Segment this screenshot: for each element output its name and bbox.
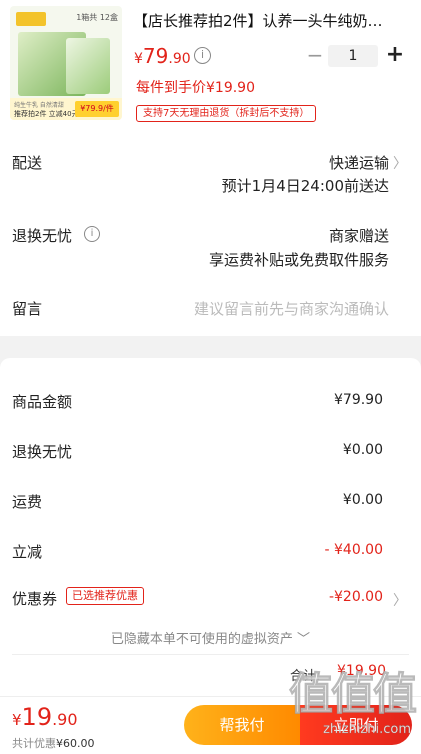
order-summary: 商品金额 ¥79.90 退换无忧 ¥0.00 运费 ¥0.00 立减 - ¥40… [0, 358, 421, 698]
delivery-eta: 预计1月4日24:00前送达 [221, 177, 389, 195]
help-pay-button[interactable]: 帮我付 [184, 705, 300, 745]
pay-now-button[interactable]: 立即付 [300, 705, 412, 745]
info-icon[interactable]: i [194, 47, 211, 64]
summary-value: ¥79.90 [334, 392, 383, 408]
total-saving: 共计优惠¥60.00 [12, 735, 95, 751]
chevron-right-icon[interactable]: 〉 [393, 153, 407, 173]
product-thumbnail[interactable]: 1箱共 12盒 纯生牛乳 自然清甜 推荐拍2件 立减40元 ¥79.9/件 [10, 6, 122, 120]
summary-label: 商品金额 [12, 393, 73, 411]
return-label: 退换无忧 [12, 227, 73, 245]
chevron-right-icon[interactable]: 〉 [393, 590, 407, 610]
summary-label: 优惠券 [12, 590, 58, 608]
thumb-line2: 推荐拍2件 立减40元 [14, 110, 79, 118]
summary-label: 立减 [12, 543, 43, 561]
note-input[interactable]: 建议留言前先与商家沟通确认 [194, 298, 389, 319]
coupon-value[interactable]: -¥20.00 [329, 589, 383, 605]
decrement-button[interactable]: − [306, 45, 324, 65]
summary-label: 运费 [12, 493, 43, 511]
final-int: 19 [21, 703, 53, 731]
thumb-line1: 纯生牛乳 自然清甜 [14, 102, 64, 109]
final-price: ¥19.90 [12, 703, 78, 731]
return-desc: 享运费补贴或免费取件服务 [208, 251, 389, 269]
increment-button[interactable]: + [384, 43, 406, 67]
price-int: 79 [142, 44, 169, 68]
discount-value: - ¥40.00 [324, 542, 384, 558]
info-icon[interactable]: i [84, 226, 100, 242]
delivery-label: 配送 [12, 154, 43, 172]
product-pack-image-2 [66, 38, 110, 94]
return-policy-badge: 支持7天无理由退货（拆封后不支持） [136, 105, 317, 122]
summary-value: ¥0.00 [342, 442, 383, 458]
final-dec: .90 [52, 710, 78, 729]
price-currency: ¥ [134, 51, 143, 67]
shipping-section: 配送 快递运输 〉 预计1月4日24:00前送达 退换无忧 i 商家赠送 享运费… [0, 128, 421, 336]
product-title[interactable]: 【店长推荐拍2件】认养一头牛纯奶… [133, 10, 411, 31]
per-item-price: 每件到手价¥19.90 [136, 80, 255, 96]
quantity-field[interactable]: 1 [328, 45, 378, 67]
summary-label: 退换无忧 [12, 443, 73, 461]
total-label: 合计: [290, 669, 321, 684]
divider [12, 654, 409, 655]
saving-prefix: 共计优惠 [12, 737, 56, 750]
thumb-strip: 纯生牛乳 自然清甜 推荐拍2件 立减40元 ¥79.9/件 [10, 98, 122, 120]
hidden-assets-toggle[interactable]: 已隐藏本单不可使用的虚拟资产 ﹀ [0, 628, 421, 647]
total-value: ¥19.90 [337, 663, 386, 679]
summary-value: ¥0.00 [342, 492, 383, 508]
product-price: ¥79.90 [134, 44, 191, 68]
price-dec: .90 [168, 51, 191, 67]
promo-tag: 已选推荐优惠 [66, 587, 144, 605]
saving-value: ¥60.00 [56, 737, 95, 750]
delivery-method[interactable]: 快递运输 [329, 152, 389, 173]
final-currency: ¥ [12, 711, 22, 729]
return-value: 商家赠送 [328, 227, 389, 245]
note-label: 留言 [12, 300, 43, 318]
product-card: 1箱共 12盒 纯生牛乳 自然清甜 推荐拍2件 立减40元 ¥79.9/件 【店… [0, 0, 421, 128]
brand-logo [16, 12, 46, 26]
thumb-spec: 1箱共 12盒 [76, 13, 118, 22]
bottom-bar: ¥19.90 共计优惠¥60.00 帮我付 立即付 [0, 696, 421, 754]
thumb-price: ¥79.9/件 [75, 101, 119, 117]
